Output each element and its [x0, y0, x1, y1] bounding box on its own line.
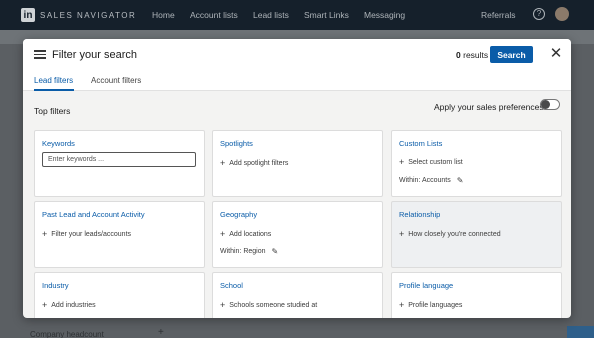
close-icon[interactable]: ✕ [548, 46, 564, 62]
preferences-label: Apply your sales preferences [434, 102, 544, 112]
card-title: Industry [42, 281, 69, 290]
card-title: Keywords [42, 139, 75, 148]
within-label: Within: Accounts [399, 177, 451, 184]
filter-icon [34, 49, 46, 59]
nav-referrals[interactable]: Referrals [481, 10, 515, 20]
card-title: Relationship [399, 210, 441, 219]
add-locations-button[interactable]: + Add locations [220, 229, 271, 239]
nav-messaging[interactable]: Messaging [364, 10, 405, 20]
filter-modal: Filter your search 0 results Search ✕ Le… [23, 39, 571, 318]
plus-icon[interactable]: + [158, 327, 164, 338]
sales-preferences-toggle[interactable] [540, 99, 560, 110]
card-past-activity: Past Lead and Account Activity + Filter y… [34, 201, 205, 268]
card-title: School [220, 281, 243, 290]
pencil-icon[interactable]: ✎ [272, 247, 279, 256]
select-custom-list-button[interactable]: + Select custom list [399, 157, 463, 167]
modal-title: Filter your search [52, 49, 137, 61]
nav-account-lists[interactable]: Account lists [190, 10, 238, 20]
within-region[interactable]: Within: Region ✎ [220, 247, 278, 256]
nav-lead-lists[interactable]: Lead lists [253, 10, 289, 20]
sidebar-item-company-headcount[interactable]: Company headcount [30, 330, 104, 338]
card-custom-lists: Custom Lists + Select custom list Within:… [391, 130, 562, 197]
plus-icon: + [399, 157, 405, 167]
card-relationship: Relationship + How closely you're connect… [391, 201, 562, 268]
linkedin-logo-icon: in [21, 8, 35, 22]
filter-leads-button[interactable]: + Filter your leads/accounts [42, 229, 131, 239]
nav-smart-links[interactable]: Smart Links [304, 10, 349, 20]
relationship-button[interactable]: + How closely you're connected [399, 229, 501, 239]
pencil-icon[interactable]: ✎ [457, 176, 464, 185]
card-spotlights: Spotlights + Add spotlight filters [212, 130, 383, 197]
keywords-input[interactable]: Enter keywords ... [42, 152, 196, 167]
results-label: results [463, 50, 489, 60]
action-label: Schools someone studied at [229, 301, 318, 309]
card-title: Past Lead and Account Activity [42, 210, 145, 219]
nav-home[interactable]: Home [152, 10, 175, 20]
card-title: Profile language [399, 281, 454, 290]
card-title: Geography [220, 210, 258, 219]
active-tab-indicator [34, 89, 74, 91]
toggle-knob [541, 100, 550, 109]
card-industry: Industry + Add industries [34, 272, 205, 318]
add-spotlight-button[interactable]: + Add spotlight filters [220, 158, 288, 168]
within-label: Within: Region [220, 248, 266, 255]
plus-icon: + [42, 229, 48, 239]
top-navigation-bar: in SALES NAVIGATOR Home Account lists Le… [0, 0, 594, 30]
card-profile-language: Profile language + Profile languages [391, 272, 562, 318]
tab-lead-filters[interactable]: Lead filters [34, 76, 73, 85]
plus-icon: + [220, 158, 226, 168]
plus-icon: + [42, 300, 48, 310]
card-title: Spotlights [220, 139, 253, 148]
action-label: Add locations [229, 230, 272, 238]
card-keywords: Keywords Enter keywords ... [34, 130, 205, 197]
results-count: 0 results [456, 50, 488, 60]
search-button[interactable]: Search [490, 46, 533, 63]
avatar[interactable] [555, 7, 569, 21]
add-industries-button[interactable]: + Add industries [42, 300, 96, 310]
action-label: Filter your leads/accounts [51, 230, 132, 238]
action-label: Select custom list [408, 158, 463, 166]
section-title: Top filters [34, 106, 71, 116]
sales-navigator-logo[interactable]: in SALES NAVIGATOR [21, 8, 136, 22]
card-geography: Geography + Add locations Within: Region ✎ [212, 201, 383, 268]
filter-tabs: Lead filters Account filters [23, 71, 571, 91]
tab-account-filters[interactable]: Account filters [91, 76, 141, 85]
action-label: Profile languages [408, 301, 463, 309]
plus-icon: + [220, 300, 226, 310]
within-accounts[interactable]: Within: Accounts ✎ [399, 176, 463, 185]
modal-header: Filter your search 0 results Search ✕ [23, 39, 571, 71]
help-icon[interactable]: ? [533, 8, 545, 20]
results-number: 0 [456, 50, 461, 60]
action-label: Add industries [51, 301, 96, 309]
plus-icon: + [399, 300, 405, 310]
plus-icon: + [399, 229, 405, 239]
action-label: How closely you're connected [408, 230, 501, 238]
logo-text: SALES NAVIGATOR [40, 10, 137, 20]
background-corner-button [567, 326, 594, 338]
add-languages-button[interactable]: + Profile languages [399, 300, 462, 310]
add-schools-button[interactable]: + Schools someone studied at [220, 300, 317, 310]
card-school: School + Schools someone studied at [212, 272, 383, 318]
plus-icon: + [220, 229, 226, 239]
card-title: Custom Lists [399, 139, 443, 148]
action-label: Add spotlight filters [229, 159, 289, 167]
